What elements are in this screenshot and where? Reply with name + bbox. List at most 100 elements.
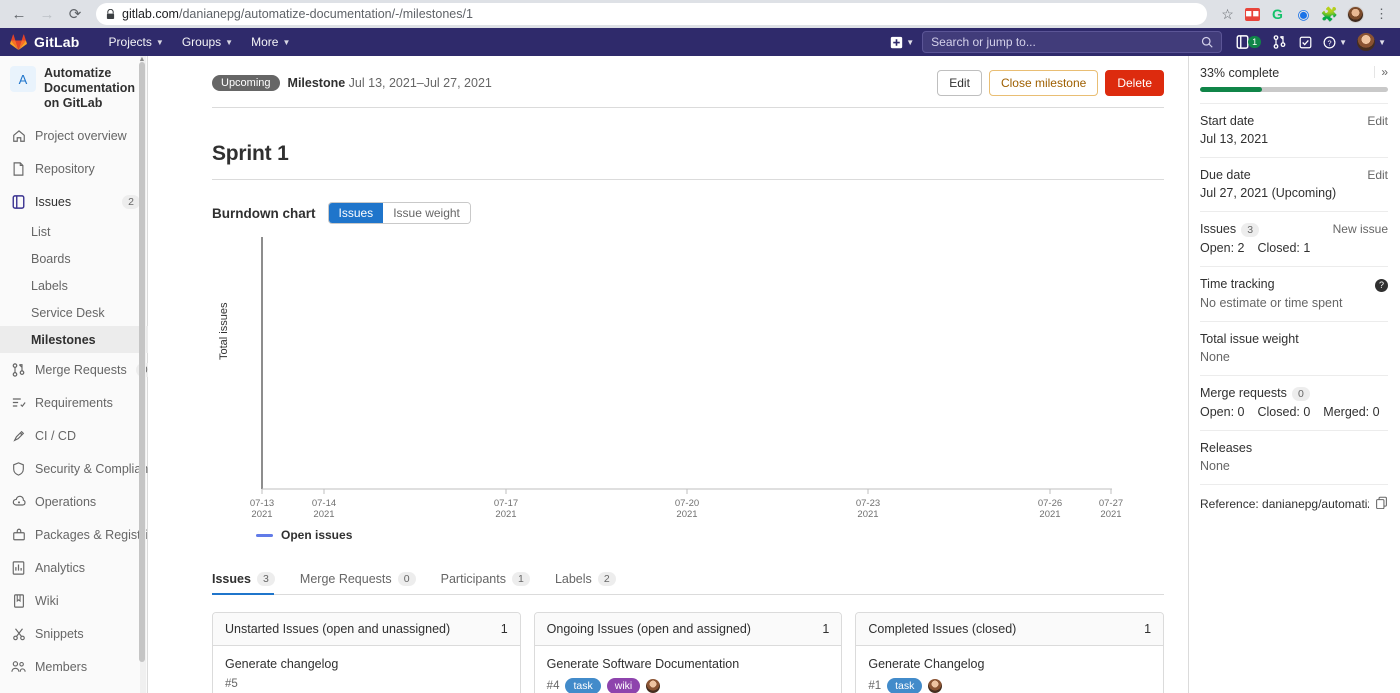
address-bar[interactable]: gitlab.com/danianepg/automatize-document… — [96, 3, 1207, 25]
merge-requests-nav-button[interactable] — [1267, 31, 1291, 53]
column-title: Completed Issues (closed) — [868, 622, 1017, 636]
sidebar-scrollbar-thumb[interactable] — [139, 62, 145, 662]
sidebar-issues-count: 2 — [122, 194, 140, 209]
sidebar-item-members[interactable]: Members — [0, 650, 148, 683]
puzzle-extension-icon[interactable]: 🧩 — [1321, 6, 1338, 23]
avatar[interactable] — [646, 679, 661, 693]
issue-title[interactable]: Generate Software Documentation — [547, 656, 830, 672]
sidebar-project-header[interactable]: A Automatize Documentation on GitLab — [0, 56, 148, 119]
chevrons-right-icon[interactable]: » — [1374, 66, 1388, 78]
forward-arrow-icon[interactable]: → — [36, 3, 58, 25]
tick-date-4: 07-23 — [856, 498, 880, 509]
sidebar-item-operations[interactable]: Operations — [0, 485, 148, 518]
sidebar-item-label: Snippets — [35, 626, 84, 641]
tab-participants[interactable]: Participants 1 — [441, 565, 542, 594]
url-text: gitlab.com/danianepg/automatize-document… — [122, 7, 473, 21]
sidebar-item-ci-cd[interactable]: CI / CD — [0, 419, 148, 452]
edit-button[interactable]: Edit — [937, 70, 982, 96]
reload-icon[interactable]: ⟳ — [64, 3, 86, 25]
milestone-header: Upcoming Milestone Jul 13, 2021–Jul 27, … — [212, 70, 1164, 96]
chevron-down-icon: ▼ — [906, 37, 915, 47]
sidebar-item-project-overview[interactable]: Project overview — [0, 119, 148, 152]
browser-extensions: ☆ ■■ G ◉ 🧩 ⋮ — [1219, 5, 1392, 23]
sidebar-item-requirements[interactable]: Requirements — [0, 386, 148, 419]
sidebar-item-packages-registries[interactable]: Packages & Registries — [0, 518, 148, 551]
delete-button[interactable]: Delete — [1105, 70, 1164, 96]
tab-labels[interactable]: Labels 2 — [555, 565, 628, 594]
chart-legend[interactable]: Open issues — [256, 528, 1164, 542]
avatar[interactable] — [928, 679, 943, 693]
toggle-issue-weight[interactable]: Issue weight — [383, 203, 470, 223]
due-date-edit-button[interactable]: Edit — [1367, 168, 1388, 182]
nav-projects[interactable]: Projects ▼ — [100, 28, 173, 56]
nav-more-label: More — [251, 35, 279, 49]
extension-blue-icon[interactable]: ◉ — [1295, 6, 1312, 23]
list-item[interactable]: Generate changelog #5 — [213, 646, 520, 693]
create-new-button[interactable]: ▼ — [886, 31, 918, 53]
sidebar-item-snippets[interactable]: Snippets — [0, 617, 148, 650]
sidebar-item-label: Wiki — [35, 593, 59, 608]
sidebar-item-labels[interactable]: Labels — [0, 272, 148, 299]
sidebar-item-boards[interactable]: Boards — [0, 245, 148, 272]
issue-title[interactable]: Generate Changelog — [868, 656, 1151, 672]
tab-merge-requests[interactable]: Merge Requests 0 — [300, 565, 428, 594]
sidebar-item-repository[interactable]: Repository — [0, 152, 148, 185]
milestone-meta-label: Milestone — [287, 76, 346, 90]
issues-count: 3 — [1241, 223, 1260, 237]
toggle-issues[interactable]: Issues — [328, 203, 384, 223]
sidebar-item-milestones[interactable]: Milestones — [0, 326, 148, 353]
issues-label: Issues — [1200, 222, 1237, 236]
user-menu-button[interactable]: ▼ — [1353, 31, 1390, 53]
sidebar-item-security-compliance[interactable]: Security & Compliance — [0, 452, 148, 485]
list-item[interactable]: Generate Changelog #1 task — [856, 646, 1163, 693]
label-chip-task[interactable]: task — [887, 678, 923, 693]
chart-x-tick-labels: 07-13 2021 07-14 2021 07-17 2021 07-20 2… — [250, 498, 1123, 520]
sidebar-item-wiki[interactable]: Wiki — [0, 584, 148, 617]
gitlab-logo[interactable]: GitLab — [10, 34, 80, 50]
label-chip-task[interactable]: task — [565, 678, 601, 693]
scissors-icon — [11, 626, 26, 641]
label-chip-wiki[interactable]: wiki — [606, 678, 641, 693]
issue-id: #1 — [868, 680, 882, 692]
ext-red-icon[interactable]: ■■ — [1245, 7, 1260, 21]
issues-nav-button[interactable]: 1 — [1232, 31, 1265, 53]
column-count: 1 — [500, 622, 508, 636]
copy-icon[interactable] — [1375, 496, 1388, 512]
todos-nav-button[interactable] — [1293, 31, 1317, 53]
sidebar-item-label: Security & Compliance — [35, 461, 148, 476]
column-count: 1 — [822, 622, 830, 636]
sidebar-item-label: Packages & Registries — [35, 527, 148, 542]
kebab-menu-icon[interactable]: ⋮ — [1373, 6, 1390, 23]
releases-label: Releases — [1200, 440, 1253, 455]
nav-groups[interactable]: Groups ▼ — [173, 28, 242, 56]
sidebar-item-list[interactable]: List — [0, 218, 148, 245]
browser-profile-avatar[interactable] — [1347, 5, 1364, 23]
sidebar-item-service-desk[interactable]: Service Desk — [0, 299, 148, 326]
question-circle-icon[interactable]: ? — [1375, 278, 1388, 292]
new-issue-button[interactable]: New issue — [1333, 222, 1388, 236]
tab-issues[interactable]: Issues 3 — [212, 565, 287, 595]
grammarly-icon[interactable]: G — [1269, 6, 1286, 23]
search-placeholder: Search or jump to... — [931, 35, 1036, 49]
chart-svg[interactable]: 07-13 2021 07-14 2021 07-17 2021 07-20 2… — [212, 232, 1132, 522]
sidebar-item-merge-requests[interactable]: Merge Requests 0 — [0, 353, 148, 386]
tick-year-2: 2021 — [495, 509, 516, 520]
sidebar-item-analytics[interactable]: Analytics — [0, 551, 148, 584]
gitlab-wordmark: GitLab — [34, 34, 80, 50]
chart-icon — [11, 560, 26, 575]
help-nav-button[interactable]: ? ▼ — [1319, 31, 1351, 53]
star-icon[interactable]: ☆ — [1219, 6, 1236, 23]
search-input[interactable]: Search or jump to... — [922, 31, 1223, 53]
tab-label: Labels — [554, 572, 592, 586]
start-date-edit-button[interactable]: Edit — [1367, 114, 1388, 128]
project-avatar: A — [10, 66, 36, 92]
issues-section: Issues 3 New issue Open: 2 Closed: 1 — [1200, 212, 1388, 255]
sidebar-item-issues[interactable]: Issues 2 — [0, 185, 148, 218]
nav-groups-label: Groups — [181, 35, 222, 49]
close-milestone-button[interactable]: Close milestone — [988, 70, 1099, 96]
back-arrow-icon[interactable]: ← — [8, 3, 30, 25]
sidebar-scrollbar-track[interactable]: ▲ — [139, 56, 146, 693]
list-item[interactable]: Generate Software Documentation #4 task … — [535, 646, 842, 693]
nav-more[interactable]: More ▼ — [242, 28, 299, 56]
issue-title[interactable]: Generate changelog — [225, 656, 508, 672]
